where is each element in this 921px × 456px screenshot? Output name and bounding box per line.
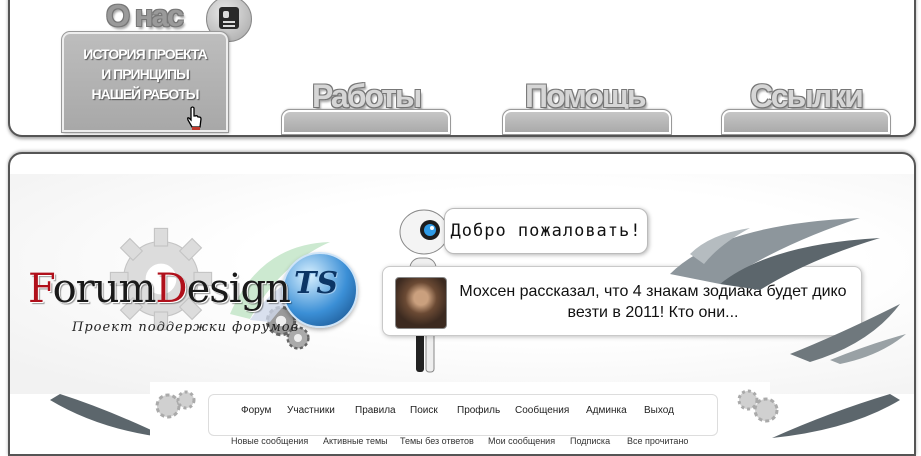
- gear-icon: [737, 389, 779, 423]
- menu-item-rules[interactable]: Правила: [355, 405, 396, 416]
- menu-item-logout[interactable]: Выход: [644, 405, 674, 416]
- submenu-mark-read[interactable]: Все прочитано: [627, 436, 688, 446]
- about-card-line: нашей работы: [91, 86, 199, 102]
- menu-item-search[interactable]: Поиск: [410, 405, 438, 416]
- submenu-my-posts[interactable]: Мои сообщения: [488, 436, 555, 446]
- submenu-new-posts[interactable]: Новые сообщения: [231, 436, 308, 446]
- avatar: [395, 277, 447, 329]
- nav-links-tab[interactable]: [721, 109, 891, 135]
- forum-header-panel: TS ForumDesign Проект поддержки форумов …: [8, 152, 916, 456]
- site-logo[interactable]: ForumDesign: [28, 266, 291, 312]
- submenu-subscriptions[interactable]: Подписка: [570, 436, 610, 446]
- menu-item-members[interactable]: Участники: [287, 405, 335, 416]
- top-navigation-panel: О нас История проекта и принципы нашей р…: [8, 0, 916, 137]
- logo-word: orum: [52, 266, 157, 312]
- menu-item-messages[interactable]: Сообщения: [515, 405, 569, 416]
- nav-works-tab[interactable]: [281, 109, 451, 135]
- nav-about-title[interactable]: О нас: [106, 0, 184, 34]
- logo-ts: TS: [294, 266, 338, 301]
- about-card-line: История проекта: [83, 46, 207, 62]
- submenu-active-topics[interactable]: Активные темы: [323, 436, 388, 446]
- submenu-unanswered[interactable]: Темы без ответов: [400, 436, 474, 446]
- logo-word: esign: [186, 266, 291, 312]
- tribal-ornament: [772, 394, 900, 438]
- logo-letter: F: [28, 266, 54, 312]
- tribal-ornament: [670, 218, 880, 290]
- logo-subtitle: Проект поддержки форумов: [72, 320, 300, 335]
- menu-item-admin[interactable]: Админка: [586, 405, 627, 416]
- welcome-bubble: Добро пожаловать!: [444, 208, 648, 254]
- hand-cursor-icon: [187, 106, 202, 130]
- menu-item-forum[interactable]: Форум: [241, 405, 271, 416]
- menu-item-profile[interactable]: Профиль: [457, 405, 500, 416]
- logo-letter: D: [155, 266, 187, 312]
- tribal-ornament: [790, 304, 906, 364]
- about-card-line: и принципы: [101, 66, 190, 82]
- gear-icon: [155, 390, 196, 419]
- nav-help-tab[interactable]: [502, 109, 672, 135]
